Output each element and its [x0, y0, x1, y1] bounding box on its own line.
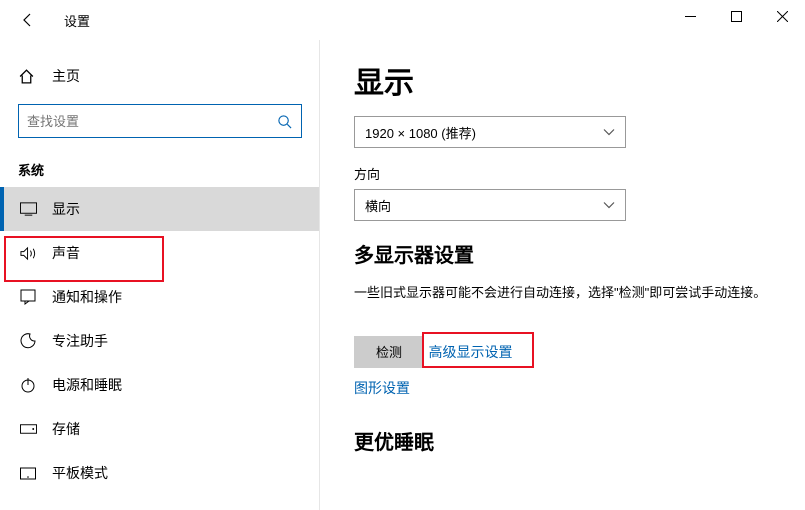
maximize-button[interactable] [713, 0, 759, 32]
sidebar-item-label: 显示 [52, 199, 80, 219]
sidebar-item-label: 存储 [52, 419, 80, 439]
window-controls [667, 0, 805, 32]
tablet-icon [18, 467, 38, 480]
resolution-value: 1920 × 1080 (推荐) [365, 123, 476, 142]
multi-display-text: 一些旧式显示器可能不会进行自动连接，选择"检测"即可尝试手动连接。 [354, 282, 771, 304]
sleep-heading: 更优睡眠 [354, 426, 771, 455]
orientation-value: 横向 [365, 196, 391, 215]
sidebar-item-label: 电源和睡眠 [52, 375, 122, 395]
sidebar-item-power[interactable]: 电源和睡眠 [0, 363, 320, 407]
sidebar-item-label: 专注助手 [52, 331, 108, 351]
sidebar: 主页 系统 显示 声音 通知和操作 专注助手 电源和睡眠 [0, 40, 320, 510]
focus-icon [18, 333, 38, 349]
sidebar-item-display[interactable]: 显示 [0, 187, 320, 231]
sidebar-item-notifications[interactable]: 通知和操作 [0, 275, 320, 319]
sidebar-item-storage[interactable]: 存储 [0, 407, 320, 451]
orientation-label: 方向 [354, 164, 771, 183]
content-area: 显示 1920 × 1080 (推荐) 方向 横向 多显示器设置 一些旧式显示器… [320, 40, 805, 510]
minimize-button[interactable] [667, 0, 713, 32]
chevron-down-icon [603, 201, 615, 209]
multi-display-heading: 多显示器设置 [354, 239, 771, 268]
chevron-down-icon [603, 128, 615, 136]
home-label: 主页 [52, 66, 80, 86]
back-button[interactable] [14, 6, 42, 34]
sidebar-item-focus[interactable]: 专注助手 [0, 319, 320, 363]
sidebar-item-label: 通知和操作 [52, 287, 122, 307]
power-icon [18, 377, 38, 393]
advanced-display-link[interactable]: 高级显示设置 [428, 342, 512, 362]
close-button[interactable] [759, 0, 805, 32]
section-label: 系统 [18, 160, 302, 179]
search-input[interactable] [27, 114, 275, 129]
sidebar-item-label: 声音 [52, 243, 80, 263]
sidebar-item-sound[interactable]: 声音 [0, 231, 320, 275]
window-title: 设置 [64, 11, 90, 30]
graphics-settings-link[interactable]: 图形设置 [354, 378, 410, 398]
sidebar-item-tablet[interactable]: 平板模式 [0, 451, 320, 495]
home-icon [18, 68, 38, 85]
resolution-dropdown[interactable]: 1920 × 1080 (推荐) [354, 116, 626, 148]
orientation-dropdown[interactable]: 横向 [354, 189, 626, 221]
sidebar-item-label: 平板模式 [52, 463, 108, 483]
home-link[interactable]: 主页 [0, 60, 320, 92]
page-heading: 显示 [354, 58, 771, 102]
display-icon [18, 202, 38, 216]
detect-button[interactable]: 检测 [354, 336, 424, 368]
sound-icon [18, 246, 38, 261]
search-box[interactable] [18, 104, 302, 138]
notifications-icon [18, 289, 38, 305]
storage-icon [18, 423, 38, 435]
search-icon [275, 114, 293, 129]
